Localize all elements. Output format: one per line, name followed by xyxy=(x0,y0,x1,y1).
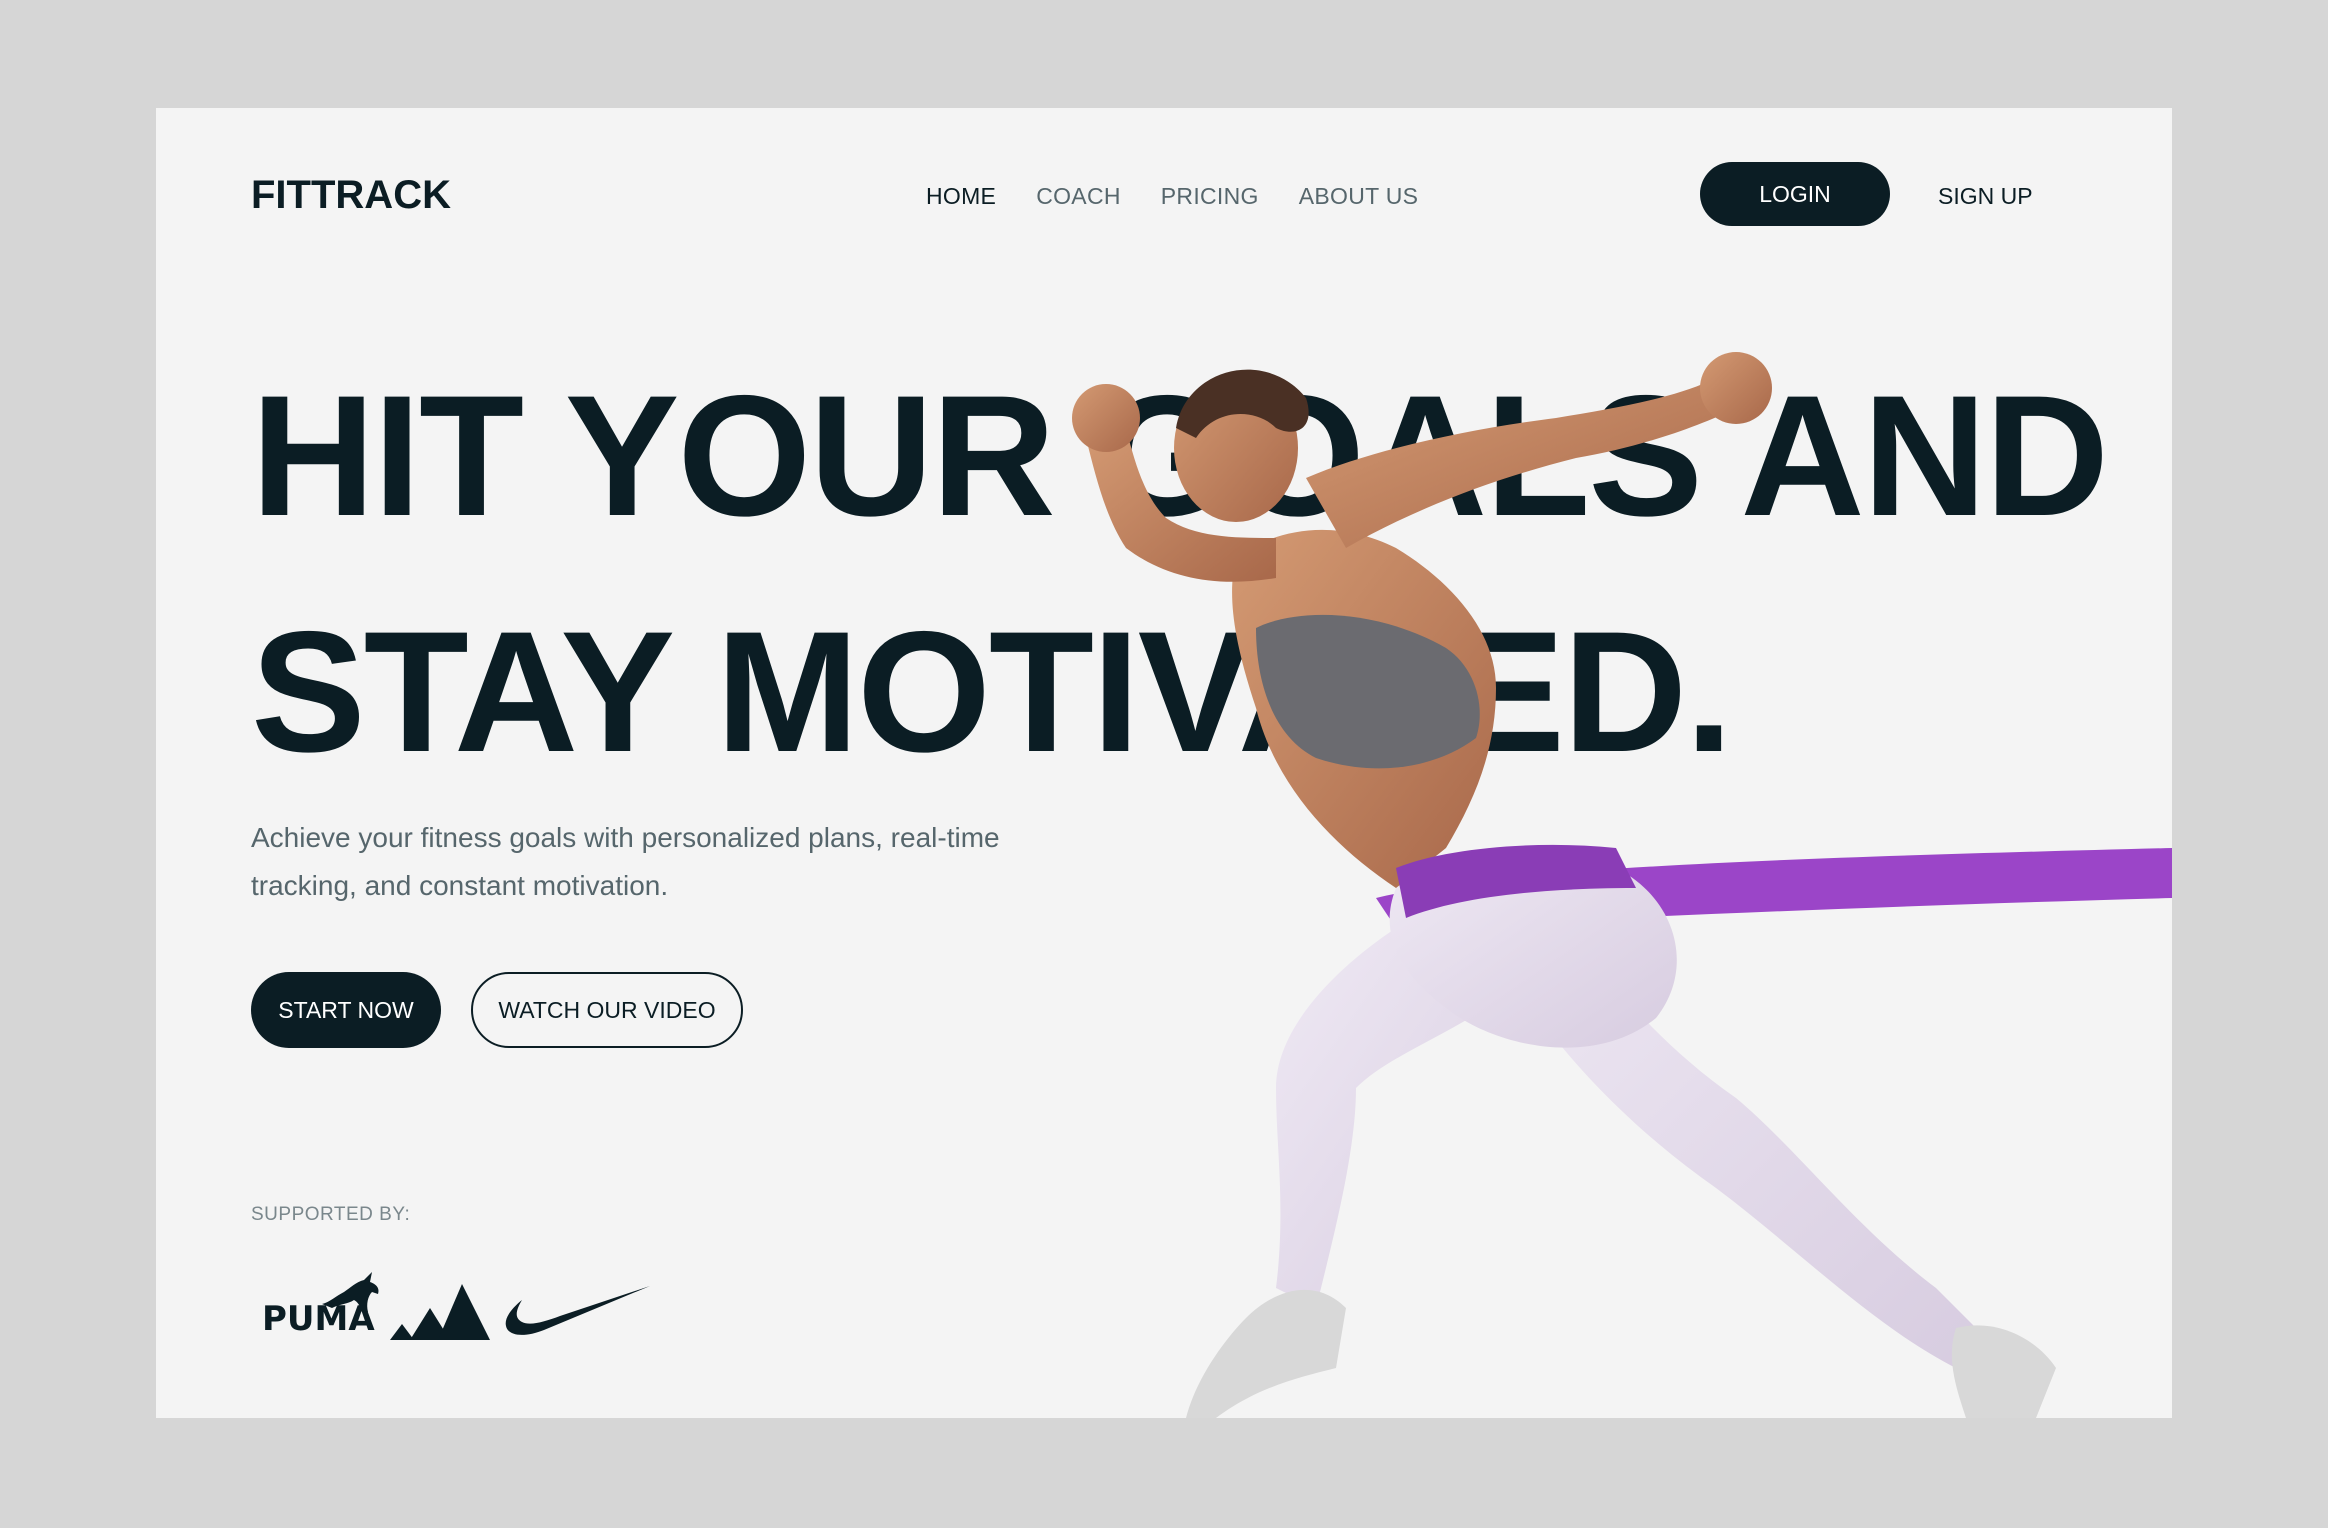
nav-item-pricing[interactable]: PRICING xyxy=(1161,183,1259,210)
brand-logo[interactable]: FITTRACK xyxy=(251,173,451,218)
shoe-icon xyxy=(1186,1289,1346,1418)
athlete-illustration xyxy=(1072,352,2172,1418)
supported-by-label: SUPPORTED BY: xyxy=(251,1204,411,1225)
start-now-button[interactable]: START NOW xyxy=(251,972,441,1048)
puma-wordmark: PUMA xyxy=(262,1299,375,1339)
hero-subtitle: Achieve your fitness goals with personal… xyxy=(251,822,1000,901)
nav-item-about-us[interactable]: ABOUT US xyxy=(1299,183,1419,210)
watch-video-button[interactable]: WATCH OUR VIDEO xyxy=(471,972,743,1048)
nike-swoosh-icon xyxy=(505,1286,650,1335)
landing-page: FITTRACK HOME COACH PRICING ABOUT US LOG… xyxy=(156,108,2172,1418)
puma-logo-icon: PUMA xyxy=(262,1272,379,1339)
login-button[interactable]: LOGIN xyxy=(1700,162,1890,226)
nav-item-coach[interactable]: COACH xyxy=(1036,183,1121,210)
signup-link[interactable]: SIGN UP xyxy=(1938,183,2033,210)
adidas-logo-icon xyxy=(390,1284,490,1340)
nav-item-home[interactable]: HOME xyxy=(926,183,996,210)
main-nav: HOME COACH PRICING ABOUT US xyxy=(926,183,1418,210)
